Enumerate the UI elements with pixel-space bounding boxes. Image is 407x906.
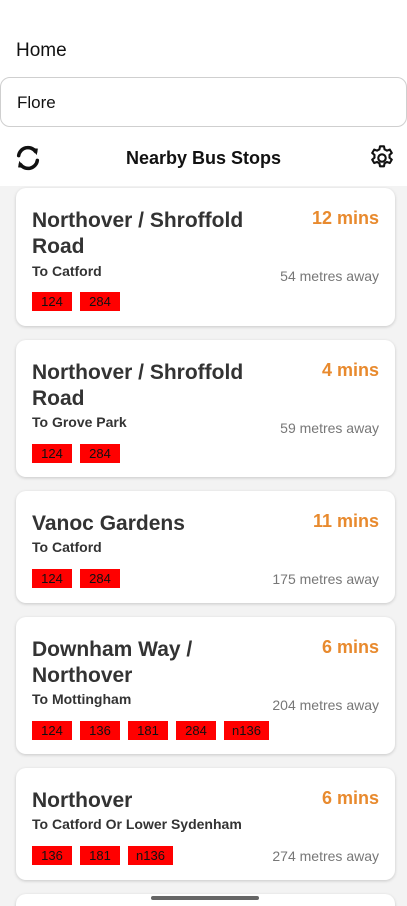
route-badge: 284 [176,721,216,740]
distance-label: 54 metres away [280,268,379,284]
route-badge: 124 [32,569,72,588]
eta-label: 6 mins [321,637,379,657]
stop-direction: To Grove Park [32,414,127,430]
home-header[interactable]: Home [0,0,407,77]
route-badge: 124 [32,721,72,740]
route-list: 124 284 [32,444,120,463]
eta-label: 6 mins [321,788,379,808]
route-badge: n136 [224,721,269,740]
stop-name: Northover / Shroffold Road [32,361,244,410]
stop-direction: To Catford [32,263,102,279]
search-field[interactable] [0,77,407,127]
stop-name: Vanoc Gardens [32,512,185,535]
route-list: 124 284 [32,292,120,311]
page-title: Nearby Bus Stops [125,148,282,168]
stop-card[interactable]: Northover / Shroffold Road 4 mins To Gro… [16,340,395,477]
eta-label: 4 mins [321,360,379,380]
stops-list[interactable]: Northover / Shroffold Road 12 mins To Ca… [0,186,407,906]
stop-card[interactable]: Northover 6 mins To Catford Or Lower Syd… [16,768,395,880]
route-list: 136 181 n136 [32,846,173,865]
route-list: 124 136 181 284 n136 [32,721,269,740]
route-badge: 284 [80,292,120,311]
search-input[interactable] [17,90,377,116]
stop-name: Downham Way / Northover [32,638,193,687]
route-badge: 284 [80,569,120,588]
route-badge: 284 [80,444,120,463]
stop-card[interactable]: Vanoc Gardens 11 mins To Catford 175 met… [16,491,395,603]
stop-direction: To Catford [32,539,102,555]
route-badge: 124 [32,292,72,311]
stop-card[interactable]: Northover / Shroffold Road 12 mins To Ca… [16,188,395,326]
distance-label: 175 metres away [272,571,379,587]
route-badge: n136 [128,846,173,865]
eta-label: 11 mins [312,511,379,531]
route-list: 124 284 [32,569,120,588]
distance-label: 59 metres away [280,420,379,436]
route-badge: 181 [128,721,168,740]
stop-name: Northover / Shroffold Road [32,209,244,258]
gear-icon[interactable] [368,144,396,172]
toolbar: Nearby Bus Stops [0,128,407,186]
route-badge: 136 [80,721,120,740]
eta-label: 12 mins [311,208,379,228]
stop-direction: To Mottingham [32,691,132,707]
route-badge: 181 [80,846,120,865]
home-label[interactable]: Home [16,40,67,62]
route-badge: 124 [32,444,72,463]
stop-direction: To Catford Or Lower Sydenham [32,816,242,832]
route-badge: 136 [32,846,72,865]
distance-label: 274 metres away [272,848,379,864]
stop-card[interactable]: Downham Way / Northover 6 mins To Mottin… [16,617,395,754]
distance-label: 204 metres away [272,697,379,713]
stop-name: Northover [32,789,133,812]
home-indicator[interactable] [151,896,259,900]
